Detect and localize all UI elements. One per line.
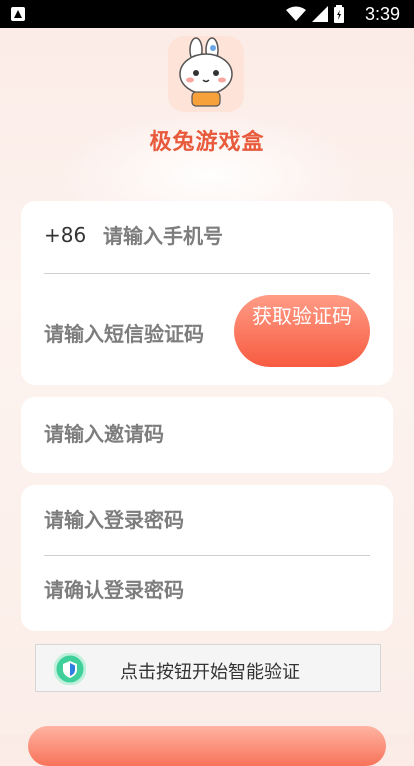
password-input[interactable] [44,505,364,535]
invite-code-input[interactable] [44,419,364,449]
sms-code-input[interactable] [44,319,224,349]
signal-icon [312,6,328,22]
divider [44,273,370,274]
get-code-button[interactable]: 获取验证码 [234,295,370,367]
bunny-mascot-icon [179,37,233,107]
shield-icon [53,652,87,686]
country-code[interactable]: +86 [44,223,86,247]
divider [44,555,370,556]
smart-verify-button[interactable]: 点击按钮开始智能验证 [35,644,381,692]
invite-card [21,397,393,473]
submit-button[interactable] [28,726,386,766]
battery-icon [334,5,344,23]
status-icons [286,5,344,23]
password-card [21,485,393,631]
smart-verify-label: 点击按钮开始智能验证 [120,662,300,683]
status-time: 3:39 [364,4,400,24]
notification-icon [11,7,25,21]
wifi-icon [286,6,306,21]
phone-sms-card: +86 获取验证码 [21,201,393,385]
app-name: 极兔游戏盒 [149,130,265,155]
confirm-password-input[interactable] [44,575,364,605]
phone-input[interactable] [103,221,363,251]
status-bar: 3:39 [0,0,414,28]
app-logo [168,36,244,112]
